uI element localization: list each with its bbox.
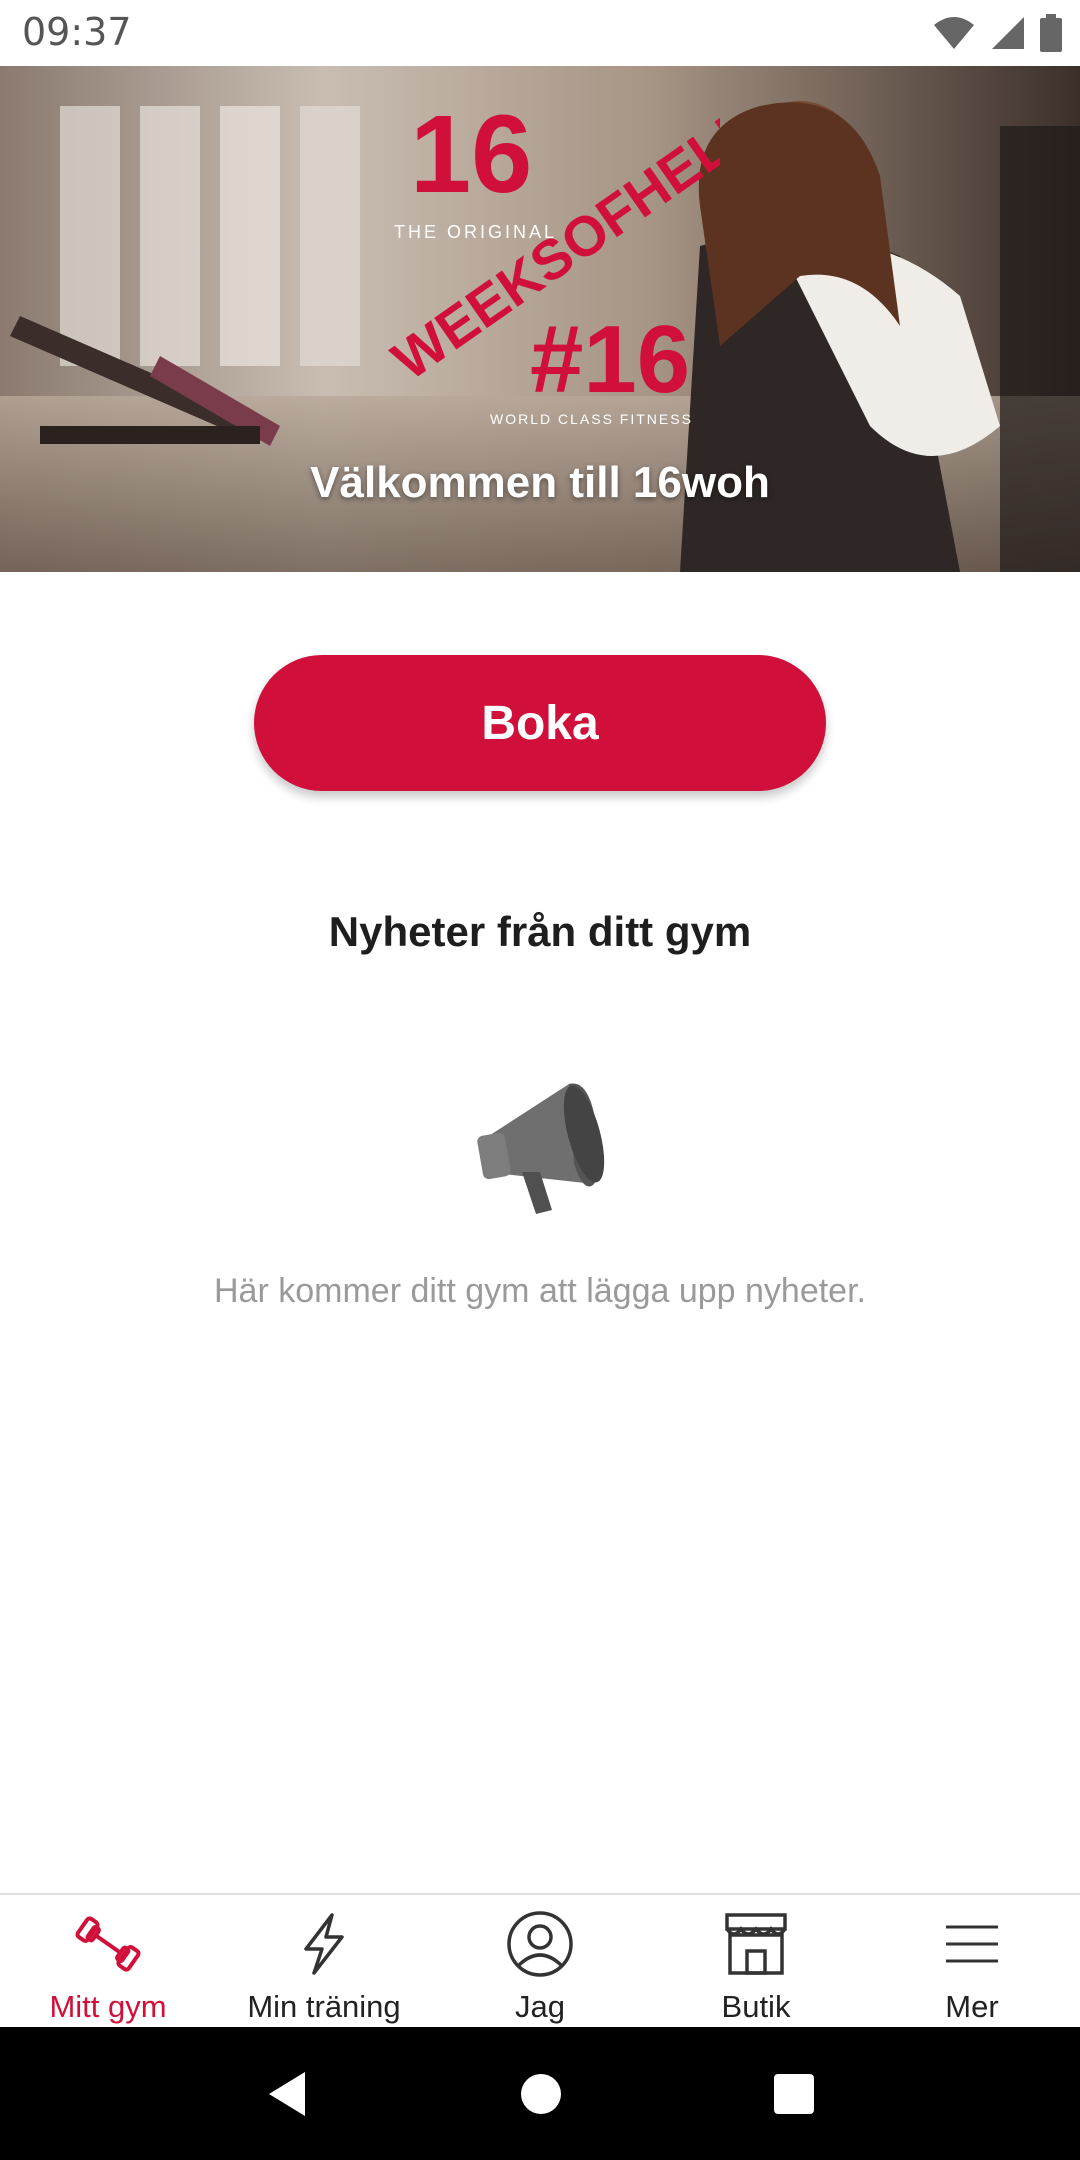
- status-time: 09:37: [22, 10, 132, 54]
- nav-label-min-traning: Min träning: [247, 1989, 401, 2024]
- news-heading: Nyheter från ditt gym: [328, 908, 752, 955]
- nav-label-jag: Jag: [515, 1989, 565, 2024]
- nav-item-min-traning[interactable]: Min träning: [216, 1895, 432, 2027]
- status-bar: 09:37: [0, 0, 1080, 66]
- nav-item-mitt-gym[interactable]: Mitt gym: [0, 1895, 216, 2027]
- back-icon[interactable]: [265, 2070, 309, 2118]
- recents-icon[interactable]: [773, 2073, 815, 2115]
- megaphone-icon: [477, 1083, 605, 1214]
- store-icon: [721, 1909, 791, 1979]
- nav-label-butik: Butik: [721, 1989, 791, 2024]
- nav-label-mitt-gym: Mitt gym: [49, 1989, 167, 2024]
- nav-item-jag[interactable]: Jag: [432, 1895, 648, 2027]
- signal-icon: [992, 17, 1024, 49]
- bottom-navigation: Mitt gym Min träning Jag Butik Mer: [0, 1893, 1080, 2027]
- dumbbell-icon: [73, 1909, 143, 1979]
- menu-icon: [937, 1909, 1007, 1979]
- logo-number: 16: [410, 93, 532, 216]
- nav-item-butik[interactable]: Butik: [648, 1895, 864, 2027]
- home-icon[interactable]: [519, 2072, 563, 2116]
- lightning-icon: [289, 1909, 359, 1979]
- nav-label-mer: Mer: [945, 1989, 999, 2024]
- welcome-title: Välkommen till 16woh: [310, 458, 770, 507]
- wifi-icon: [934, 17, 974, 49]
- logo-tagline: WORLD CLASS FITNESS: [490, 411, 693, 427]
- system-navigation-bar: [0, 2027, 1080, 2160]
- boka-button[interactable]: Boka: [254, 655, 826, 791]
- hero-banner: 16 THE ORIGINAL WEEKSOFHELL #16 WORLD CL…: [0, 66, 1080, 572]
- nav-item-mer[interactable]: Mer: [864, 1895, 1080, 2027]
- profile-icon: [505, 1909, 575, 1979]
- logo-hashtag: #16: [530, 306, 690, 413]
- battery-icon: [1040, 14, 1062, 52]
- news-empty-text: Här kommer ditt gym att lägga upp nyhete…: [214, 1272, 866, 1310]
- status-icons: [932, 14, 1062, 52]
- weeksofhell-logo: 16 THE ORIGINAL WEEKSOFHELL #16 WORLD CL…: [381, 93, 720, 427]
